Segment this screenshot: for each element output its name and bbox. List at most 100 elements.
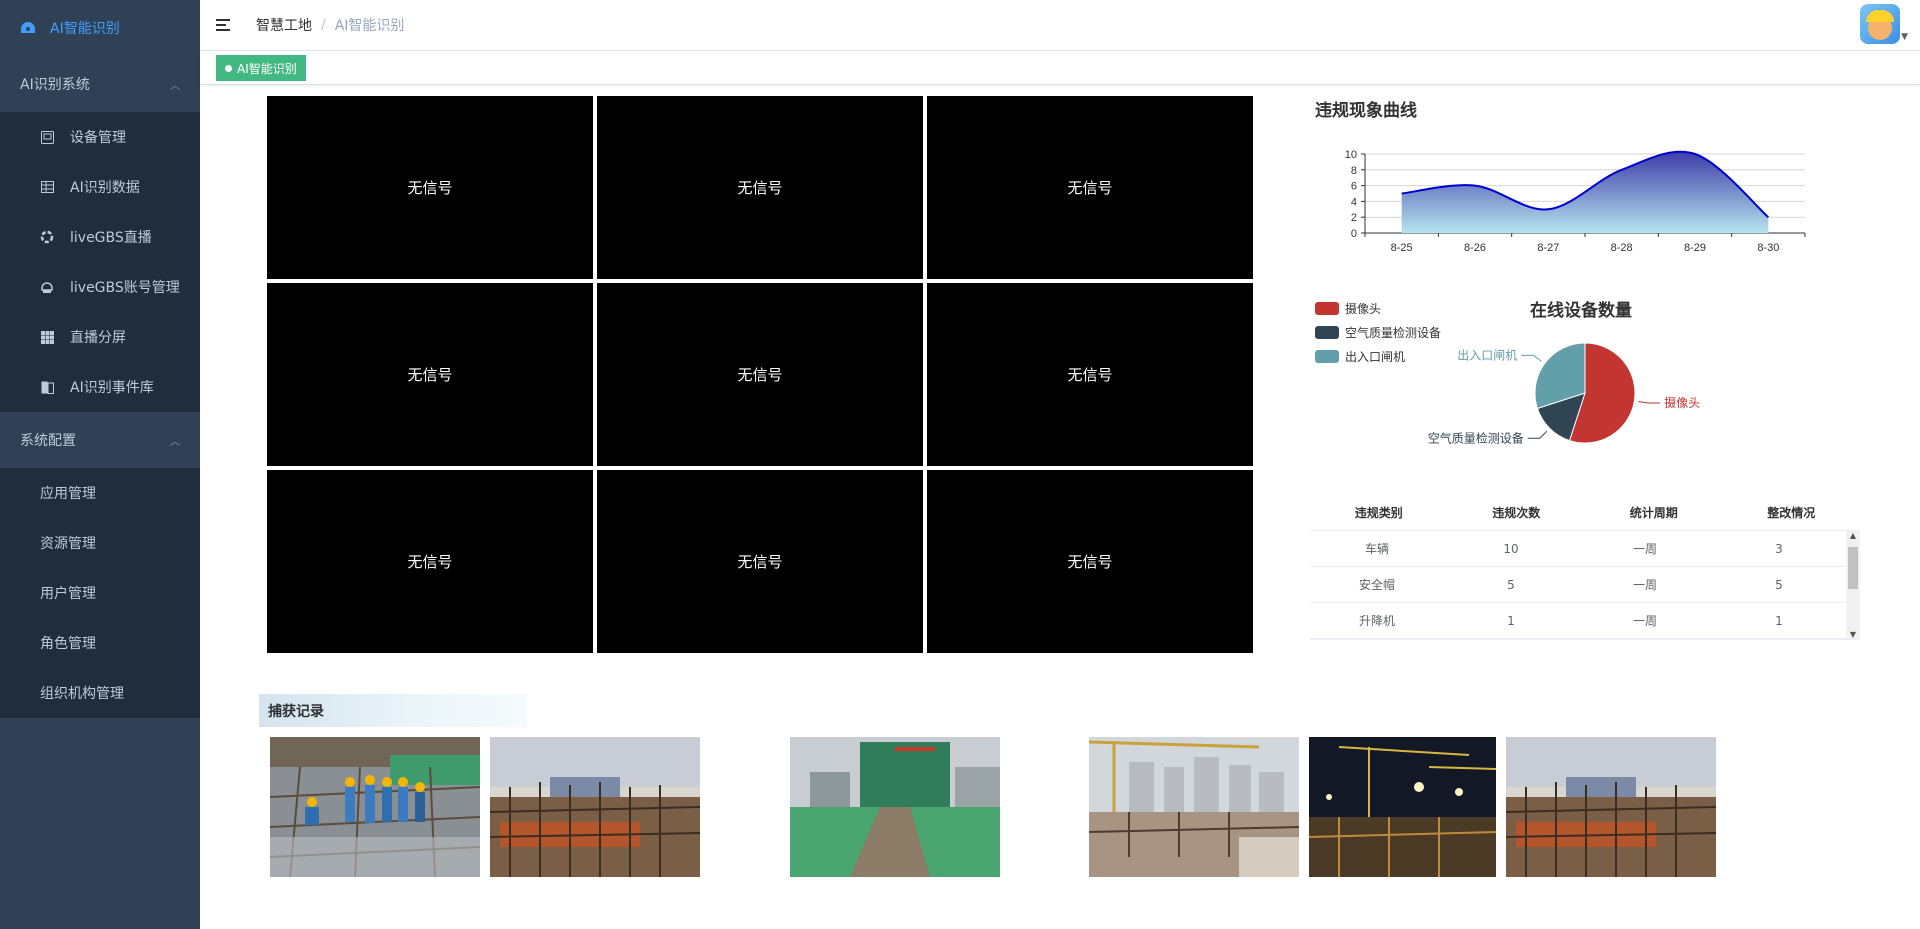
video-cell[interactable]: 无信号	[927, 283, 1253, 466]
x-tick-label: 8-26	[1464, 242, 1486, 254]
pie-label: 摄像头	[1664, 395, 1700, 410]
table-icon	[40, 180, 54, 194]
breadcrumb: 智慧工地 / AI智能识别	[256, 15, 404, 35]
menu-group-ai[interactable]: AI识别系统 ︿	[0, 56, 200, 112]
sidebar-item-label: 应用管理	[40, 486, 96, 502]
sidebar-item-ai-data[interactable]: AI识别数据	[0, 162, 200, 212]
video-cell[interactable]: 无信号	[597, 283, 923, 466]
table-cell: 5	[1507, 577, 1515, 592]
column-header: 违规次数	[1492, 505, 1541, 520]
table-cell: 一周	[1632, 614, 1657, 628]
capture-photo-rebar[interactable]	[490, 737, 700, 877]
sidebar-item-label: 设备管理	[70, 130, 126, 146]
table-scrollbar[interactable]: ▲ ▼	[1846, 531, 1860, 639]
sidebar-item-label: 角色管理	[40, 636, 96, 652]
caret-down-icon[interactable]: ▼	[1901, 32, 1908, 42]
table-row[interactable]: 车辆 10 一周 3	[1310, 531, 1846, 567]
table-cell: 一周	[1632, 578, 1657, 592]
video-cell[interactable]: 无信号	[597, 470, 923, 653]
video-cell[interactable]: 无信号	[597, 96, 923, 279]
legend-label: 出入口闸机	[1345, 349, 1406, 364]
x-tick-label: 8-27	[1537, 242, 1559, 254]
table-cell: 车辆	[1364, 542, 1389, 556]
submenu-system: 应用管理 资源管理 用户管理 角色管理 组织机构管理	[0, 468, 200, 718]
sidebar-item-event-library[interactable]: AI识别事件库	[0, 362, 200, 412]
monitor-icon	[40, 130, 54, 144]
chevron-up-icon: ︿	[170, 436, 180, 448]
capture-photo-crane[interactable]	[1089, 737, 1299, 877]
capture-photo-rebar-2[interactable]	[1506, 737, 1716, 877]
avatar[interactable]	[1860, 4, 1900, 44]
legend-label: 摄像头	[1345, 301, 1382, 316]
x-tick-label: 8-29	[1684, 242, 1706, 254]
video-cell[interactable]: 无信号	[267, 283, 593, 466]
sidebar-item-split-screen[interactable]: 直播分屏	[0, 312, 200, 362]
violation-line-chart: 0 2 4 6 8 10 8-25 8-26 8-27 8-28 8-29 8-30	[1345, 149, 1806, 254]
capture-title: 捕获记录	[259, 694, 527, 727]
tags-view: AI智能识别	[200, 51, 1920, 85]
device-chart-title: 在线设备数量	[1530, 301, 1632, 321]
tag-label: AI智能识别	[237, 61, 297, 76]
sidebar-item-label: AI识别数据	[70, 180, 140, 196]
sidebar-item-resource[interactable]: 资源管理	[0, 518, 200, 568]
table-row[interactable]: 升降机 1 一周 1	[1310, 603, 1846, 639]
y-tick-label: 6	[1351, 181, 1357, 193]
video-cell[interactable]: 无信号	[267, 96, 593, 279]
video-cell[interactable]: 无信号	[267, 470, 593, 653]
pie-label: 空气质量检测设备	[1428, 430, 1524, 445]
sidebar-item-label: AI识别事件库	[70, 380, 154, 396]
sidebar-item-app[interactable]: 应用管理	[0, 468, 200, 518]
x-tick-label: 8-28	[1611, 242, 1633, 254]
sidebar-item-role[interactable]: 角色管理	[0, 618, 200, 668]
table-cell: 1	[1775, 613, 1783, 628]
sidebar-item-livegbs[interactable]: liveGBS直播	[0, 212, 200, 262]
sidebar-item-livegbs-account[interactable]: liveGBS账号管理	[0, 262, 200, 312]
device-pie-chart: 摄像头空气质量检测设备 出入口闸机	[1428, 342, 1700, 445]
sidebar-item-label: 资源管理	[40, 536, 96, 552]
table-row[interactable]: 安全帽 5 一周 5	[1310, 567, 1846, 603]
sidebar-item-org[interactable]: 组织机构管理	[0, 668, 200, 718]
menu-group-system-label: 系统配置	[20, 433, 76, 449]
active-dot-icon	[225, 64, 232, 72]
table-body: 车辆 10 一周 3 安全帽 5 一周 5 升降机 1 一周 1 ▲ ▼	[1310, 530, 1860, 640]
dashboard-icon	[20, 20, 36, 36]
video-cell[interactable]: 无信号	[927, 96, 1253, 279]
scroll-down-icon[interactable]: ▼	[1846, 630, 1860, 639]
chevron-up-icon: ︿	[170, 80, 180, 92]
sidebar-item-label: 用户管理	[40, 586, 96, 602]
breadcrumb-current: AI智能识别	[334, 18, 405, 34]
capture-photo-night[interactable]	[1309, 737, 1496, 877]
table-cell: 5	[1775, 577, 1783, 592]
breadcrumb-separator: /	[321, 17, 326, 33]
legend-swatch	[1315, 325, 1339, 339]
capture-photo-workers[interactable]	[270, 737, 480, 877]
legend-item[interactable]: 摄像头	[1315, 296, 1441, 320]
pie-label-line	[1527, 430, 1548, 439]
y-tick-label: 10	[1345, 149, 1357, 161]
sidebar-item-label: 直播分屏	[70, 330, 126, 346]
navbar: 智慧工地 / AI智能识别 ▼	[200, 0, 1920, 51]
table-header: 违规类别 违规次数 统计周期 整改情况	[1310, 494, 1860, 530]
sidebar: AI智能识别 AI识别系统 ︿ 设备管理 AI识别数据 liveGBS直播 li…	[0, 0, 200, 929]
sidebar-logo[interactable]: AI智能识别	[0, 0, 200, 56]
pie-label-line	[1521, 354, 1542, 362]
sidebar-item-device[interactable]: 设备管理	[0, 112, 200, 162]
account-icon	[40, 280, 54, 294]
table-cell: 升降机	[1358, 614, 1395, 628]
sidebar-logo-label: AI智能识别	[50, 21, 120, 37]
scrollbar-thumb[interactable]	[1848, 547, 1858, 589]
scroll-up-icon[interactable]: ▲	[1846, 531, 1860, 540]
pie-label-line	[1638, 400, 1661, 404]
sidebar-item-user[interactable]: 用户管理	[0, 568, 200, 618]
breadcrumb-home[interactable]: 智慧工地	[256, 15, 312, 35]
grid-icon	[40, 330, 54, 344]
hamburger-icon[interactable]	[216, 15, 236, 35]
column-header: 违规类别	[1354, 505, 1403, 520]
video-cell[interactable]: 无信号	[927, 470, 1253, 653]
menu-group-system[interactable]: 系统配置 ︿	[0, 412, 200, 468]
y-tick-label: 8	[1351, 165, 1357, 177]
tag-ai-recognition[interactable]: AI智能识别	[216, 55, 306, 81]
pie-label: 出入口闸机	[1457, 348, 1517, 362]
y-tick-label: 2	[1351, 212, 1357, 224]
capture-photo-green-net[interactable]	[790, 737, 1000, 877]
